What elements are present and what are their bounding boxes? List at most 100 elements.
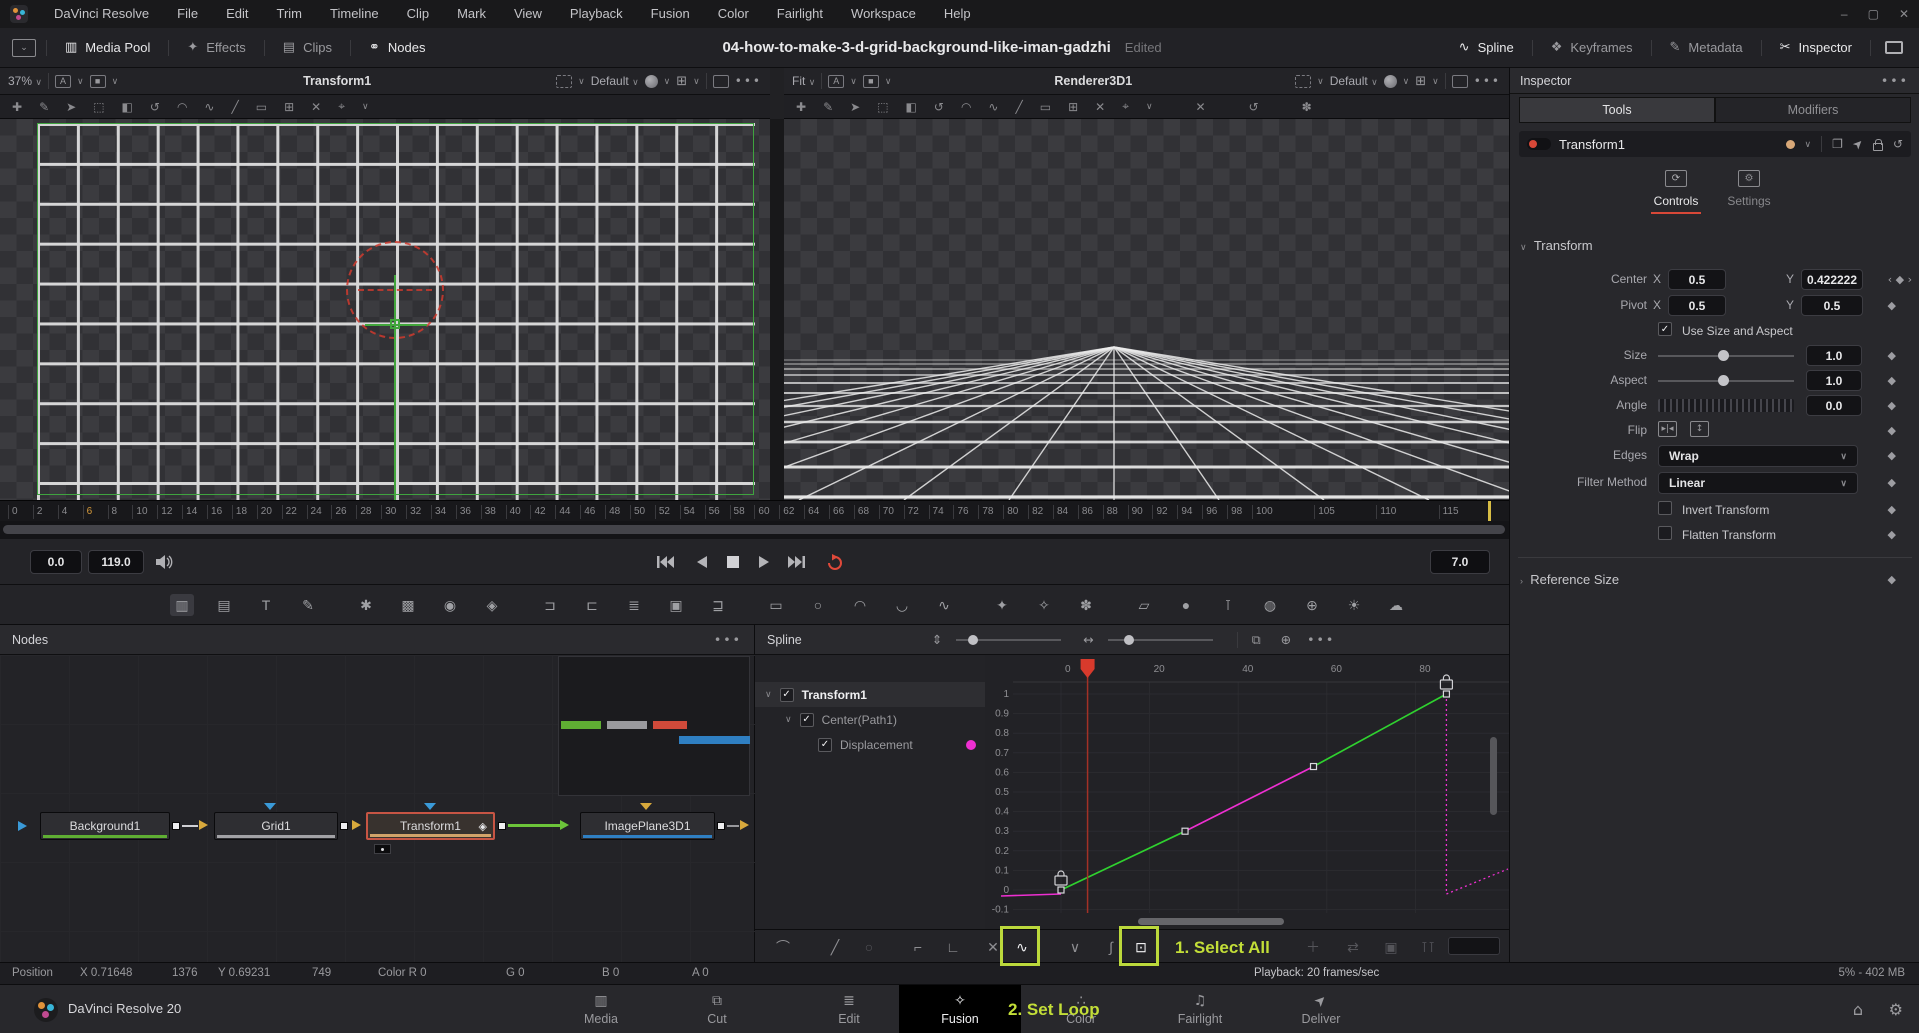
keyframe-diamond-icon[interactable]: ◆: [1888, 528, 1896, 541]
nav-page-media[interactable]: ▥Media: [540, 985, 662, 1033]
menu-mark[interactable]: Mark: [443, 0, 500, 28]
spline-step-out-button[interactable]: ∟: [940, 935, 966, 959]
tool-merge-under-icon[interactable]: ⊏: [580, 594, 604, 616]
tool-image-plane-3d-icon[interactable]: ▱: [1132, 594, 1156, 616]
checkbox-checked[interactable]: ✓: [1658, 322, 1672, 336]
node-grid1[interactable]: Grid1: [214, 812, 338, 840]
horizontal-zoom-slider[interactable]: [1108, 639, 1213, 641]
node-output-socket[interactable]: [498, 822, 506, 830]
zoom-level-dropdown[interactable]: 37% ∨: [8, 74, 42, 88]
menu-fairlight[interactable]: Fairlight: [763, 0, 837, 28]
keyframe-nav-icons[interactable]: ‹ ◆ ›: [1888, 273, 1912, 286]
inspector-menu[interactable]: •••: [1881, 73, 1909, 88]
tool-cloud-3d-icon[interactable]: ☁: [1384, 594, 1408, 616]
checkbox-checked[interactable]: ✓: [818, 738, 832, 752]
menu-davinci-resolve[interactable]: DaVinci Resolve: [40, 0, 163, 28]
viewer-tool-icon[interactable]: ▭: [256, 100, 267, 114]
tool-polygon-mask-icon[interactable]: ◠: [848, 594, 872, 616]
horizontal-zoom-icon[interactable]: ↔: [1083, 632, 1093, 647]
viewer-tool-icon[interactable]: ✚: [12, 100, 22, 114]
size-field[interactable]: 1.0: [1806, 345, 1862, 366]
checkbox-checked[interactable]: ✓: [780, 688, 794, 702]
center-handle[interactable]: [390, 319, 400, 329]
viewer-tool-icon[interactable]: ◠: [961, 100, 971, 114]
flip-vertical-button[interactable]: ↕: [1690, 421, 1709, 437]
spline-time-stretch-button[interactable]: ⇄: [1340, 935, 1366, 959]
spline-ease-in-out-button[interactable]: ⌒: [770, 935, 796, 959]
node-mask-input[interactable]: [264, 803, 276, 810]
menu-color[interactable]: Color: [704, 0, 763, 28]
loop-button[interactable]: [822, 551, 848, 573]
nav-page-fusion[interactable]: ✧Fusion: [899, 985, 1021, 1033]
timeline-ruler[interactable]: 0246810121416182022242628303234363840424…: [0, 500, 1509, 521]
viewer-tool-icon[interactable]: ⊞: [1068, 100, 1078, 114]
center-x-field[interactable]: 0.5: [1668, 269, 1726, 290]
nav-page-deliver[interactable]: ➤Deliver: [1260, 985, 1382, 1033]
spline-insert-key-button[interactable]: ＋: [1300, 935, 1326, 959]
menu-fusion[interactable]: Fusion: [637, 0, 704, 28]
viewer-divider[interactable]: [770, 119, 784, 500]
collapse-ui-button[interactable]: ⌄: [12, 39, 36, 57]
viewer-tools-more[interactable]: ∨: [362, 101, 369, 112]
spline-panel-menu[interactable]: •••: [1307, 632, 1335, 647]
node-imageplane3d1[interactable]: ImagePlane3D1: [580, 812, 715, 840]
node-color-dot[interactable]: [1786, 140, 1795, 149]
viewer-tool-icon[interactable]: ✕: [311, 100, 321, 114]
settings-gear-icon[interactable]: ⚙: [1889, 1000, 1903, 1019]
viewer-tool-icon[interactable]: ➤: [850, 100, 860, 114]
tool-freehand-mask-icon[interactable]: ∿: [932, 594, 956, 616]
fit-dropdown[interactable]: Fit ∨: [792, 74, 815, 88]
keyframe-diamond-icon[interactable]: ◆: [1888, 374, 1896, 387]
spline-graph[interactable]: 02040608010.90.80.70.60.50.40.30.20.10-0…: [985, 655, 1509, 929]
nav-page-cut[interactable]: ⧉Cut: [656, 985, 778, 1033]
nav-page-fairlight[interactable]: ♫Fairlight: [1139, 985, 1261, 1033]
size-slider[interactable]: [1658, 355, 1794, 357]
viewer-tool-icon[interactable]: ✽: [1302, 100, 1312, 114]
tool-fast-noise-icon[interactable]: ▤: [212, 594, 236, 616]
view-mode-dropdown[interactable]: ■: [90, 75, 106, 88]
viewer-tool-icon[interactable]: ⌖: [1122, 99, 1129, 114]
tool-layers-icon[interactable]: ≣: [622, 594, 646, 616]
viewer-tool-icon[interactable]: ✕: [1196, 100, 1206, 114]
guides-dropdown[interactable]: ⊞: [1415, 74, 1426, 89]
spline-show-key-markers-button[interactable]: ⊺⊺: [1415, 935, 1441, 959]
tool-bspline-mask-icon[interactable]: ◡: [890, 594, 914, 616]
tool-media-out-icon[interactable]: ⊒: [706, 594, 730, 616]
node-graph-canvas[interactable]: Background1 Grid1 Transform1 ◈ ImageP: [0, 655, 755, 962]
viewer-tool-icon[interactable]: ✎: [823, 100, 833, 114]
lock-icon[interactable]: [1873, 143, 1883, 151]
spline-reverse-button[interactable]: ∨: [1062, 935, 1088, 959]
right-viewer-canvas[interactable]: [784, 119, 1509, 500]
motion-path-line[interactable]: [394, 275, 396, 500]
tool-spark2-icon[interactable]: ✧: [1032, 594, 1056, 616]
node-output-socket[interactable]: [717, 822, 725, 830]
timeline-range-bar[interactable]: [0, 521, 1509, 539]
checkbox-unchecked[interactable]: ✓: [1658, 501, 1672, 515]
current-frame-field[interactable]: 7.0: [1430, 550, 1490, 574]
tool-paint-icon[interactable]: ✎: [296, 594, 320, 616]
menu-help[interactable]: Help: [930, 0, 985, 28]
spline-tree-row-displacement[interactable]: ✓ Displacement: [755, 732, 985, 757]
left-viewer-menu[interactable]: •••: [735, 74, 762, 88]
checkbox-checked[interactable]: ✓: [800, 713, 814, 727]
viewer-tool-icon[interactable]: ◧: [122, 100, 133, 114]
play-reverse-button[interactable]: [688, 551, 714, 573]
nodes-panel-menu[interactable]: •••: [714, 632, 742, 647]
aspect-field[interactable]: 1.0: [1806, 370, 1862, 391]
lut-dropdown[interactable]: Default ∨: [591, 74, 639, 88]
subtab-controls[interactable]: Controls: [1646, 194, 1706, 208]
flip-horizontal-button[interactable]: ▸|◂: [1658, 421, 1677, 437]
tool-ellipse-mask-icon[interactable]: ○: [806, 594, 830, 616]
menu-playback[interactable]: Playback: [556, 0, 637, 28]
spline-flat-button[interactable]: ○: [856, 935, 882, 959]
viewer-tool-icon[interactable]: ⬚: [877, 100, 888, 114]
keyframe-diamond-icon[interactable]: ◆: [1888, 424, 1896, 437]
color-controls-icon[interactable]: [645, 75, 658, 88]
viewer-tool-icon[interactable]: ◠: [177, 100, 187, 114]
viewer-tool-icon[interactable]: ✚: [796, 100, 806, 114]
tool-sphere-3d-icon[interactable]: ●: [1174, 594, 1198, 616]
tool-particles-icon[interactable]: ✱: [354, 594, 378, 616]
menu-workspace[interactable]: Workspace: [837, 0, 930, 28]
node-color-dropdown[interactable]: ∨: [1805, 139, 1812, 150]
media-pool-toggle[interactable]: ▥Media Pool: [47, 40, 168, 55]
